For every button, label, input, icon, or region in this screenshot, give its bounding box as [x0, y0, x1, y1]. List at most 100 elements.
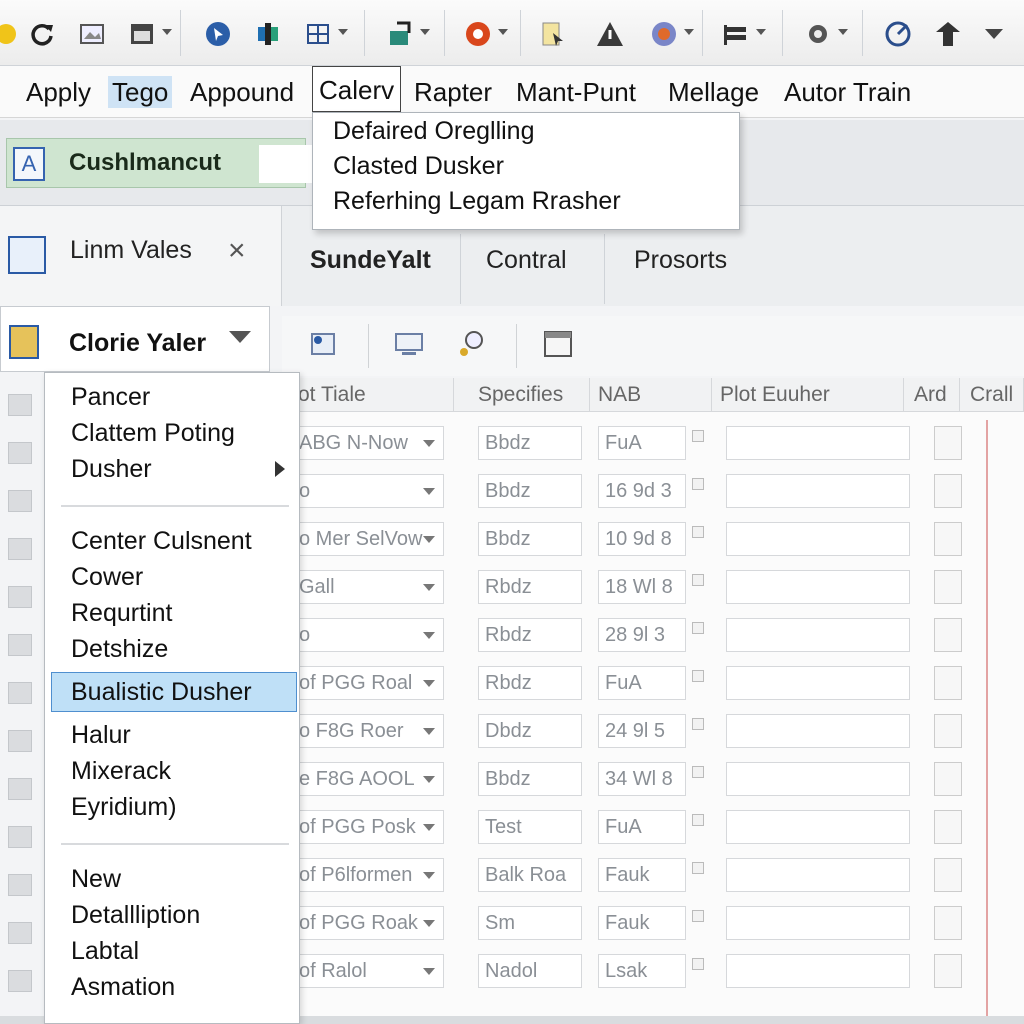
left-select[interactable]: Clorie Yaler	[0, 306, 270, 372]
chevron-down-icon[interactable]	[423, 872, 435, 879]
grid-checkbox[interactable]	[934, 714, 962, 748]
menu-tego[interactable]: Tego	[108, 76, 173, 108]
dropdown-item[interactable]: Clasted Dusker	[333, 152, 504, 181]
grid-checkbox[interactable]	[934, 810, 962, 844]
column-header[interactable]: Plot Euuher	[714, 378, 904, 412]
grid-cell[interactable]: Test	[478, 810, 582, 844]
chevron-down-icon[interactable]	[423, 920, 435, 927]
grid-cell-select[interactable]: o	[292, 474, 444, 508]
row-selector[interactable]	[8, 634, 32, 656]
grid-checkbox[interactable]	[934, 522, 962, 556]
record-icon[interactable]	[458, 14, 508, 54]
document-pointer-icon[interactable]	[532, 14, 572, 54]
grid-cell-select[interactable]: Gall	[292, 570, 444, 604]
context-menu-item[interactable]: Dusher	[71, 455, 152, 484]
grid-cell-dropdown[interactable]	[726, 522, 910, 556]
context-menu-item[interactable]: Center Culsnent	[71, 527, 252, 556]
row-selector[interactable]	[8, 682, 32, 704]
chevron-down-icon[interactable]	[423, 584, 435, 591]
grid-cell-dropdown[interactable]	[726, 570, 910, 604]
chevron-down-icon[interactable]	[423, 536, 435, 543]
calendar-icon[interactable]	[540, 326, 576, 362]
grid-cell-select[interactable]: o	[292, 618, 444, 652]
menu-mant-punt[interactable]: Mant-Punt	[516, 76, 636, 108]
grid-cell-select[interactable]: ABG N-Now	[292, 426, 444, 460]
contral-dropdown[interactable]: Contral	[486, 246, 567, 275]
row-selector[interactable]	[8, 442, 32, 464]
grid-cell[interactable]: Sm	[478, 906, 582, 940]
grid-cell-dropdown[interactable]	[726, 906, 910, 940]
context-menu-item[interactable]: Clattem Poting	[71, 419, 235, 448]
grid-cell-select[interactable]: of PGG Roak	[292, 906, 444, 940]
grid-cell[interactable]: FuA	[598, 426, 686, 460]
grid-checkbox[interactable]	[934, 570, 962, 604]
grid-cell[interactable]: 24 9l 5	[598, 714, 686, 748]
upload-icon[interactable]	[928, 14, 968, 54]
grid-cell[interactable]: Rbdz	[478, 666, 582, 700]
context-menu-item[interactable]: Mixerack	[71, 757, 171, 786]
grid-cell-select[interactable]: o Mer SelVow	[292, 522, 444, 556]
grid-cell-dropdown[interactable]	[726, 618, 910, 652]
grid-cell[interactable]: Rbdz	[478, 570, 582, 604]
export-icon[interactable]	[380, 14, 430, 54]
grid-cell-dropdown[interactable]	[726, 858, 910, 892]
chevron-down-icon[interactable]	[423, 728, 435, 735]
row-selector[interactable]	[8, 586, 32, 608]
row-selector[interactable]	[8, 874, 32, 896]
chevron-down-icon[interactable]	[229, 331, 251, 343]
grid-cell-dropdown[interactable]	[726, 810, 910, 844]
context-menu-item[interactable]: Halur	[71, 721, 131, 750]
grid-cell-select[interactable]: e F8G AOOL	[292, 762, 444, 796]
column-header[interactable]: Specifies	[472, 378, 590, 412]
edit-icon[interactable]	[306, 326, 342, 362]
grid-checkbox[interactable]	[934, 906, 962, 940]
grid-cell[interactable]: Bbdz	[478, 426, 582, 460]
chevron-down-icon[interactable]	[423, 632, 435, 639]
grid-cell[interactable]: Bbdz	[478, 522, 582, 556]
settings-icon[interactable]	[798, 14, 848, 54]
grid-cell[interactable]: 28 9l 3	[598, 618, 686, 652]
menu-rapter[interactable]: Rapter	[414, 76, 492, 108]
compass-icon[interactable]	[878, 14, 918, 54]
grid-cell-select[interactable]: of Ralol	[292, 954, 444, 988]
context-menu-item[interactable]: Requrtint	[71, 599, 172, 628]
grid-cell-select[interactable]: of PGG Roal	[292, 666, 444, 700]
grid-checkbox[interactable]	[934, 618, 962, 652]
grid-cell[interactable]: FuA	[598, 810, 686, 844]
dropdown-item[interactable]: Referhing Legam Rrasher	[333, 187, 621, 216]
grid-cell[interactable]: Dbdz	[478, 714, 582, 748]
grid-cell-dropdown[interactable]	[726, 714, 910, 748]
row-selector[interactable]	[8, 394, 32, 416]
chevron-down-icon[interactable]	[423, 776, 435, 783]
grid-cell-select[interactable]: o F8G Roer	[292, 714, 444, 748]
grid-cell-dropdown[interactable]	[726, 954, 910, 988]
grid-cell-dropdown[interactable]	[726, 762, 910, 796]
menu-autor-train[interactable]: Autor Train	[784, 76, 911, 108]
chevron-down-icon[interactable]	[423, 824, 435, 831]
name-box[interactable]: A Cushlmancut	[6, 138, 319, 188]
dropdown-item[interactable]: Defaired Oreglling	[333, 117, 535, 146]
grid-cell[interactable]: 18 Wl 8	[598, 570, 686, 604]
column-header[interactable]: Ard	[908, 378, 960, 412]
menu-mellage[interactable]: Mellage	[668, 76, 759, 108]
grid-icon[interactable]	[298, 14, 348, 54]
row-selector[interactable]	[8, 490, 32, 512]
row-selector[interactable]	[8, 730, 32, 752]
window-icon[interactable]	[122, 14, 172, 54]
split-icon[interactable]	[248, 14, 288, 54]
grid-cell[interactable]: Bbdz	[478, 762, 582, 796]
close-icon[interactable]: ×	[228, 234, 246, 268]
image-icon[interactable]	[72, 14, 112, 54]
chevron-down-icon[interactable]	[423, 488, 435, 495]
menu-calerv[interactable]: Calerv	[312, 66, 402, 112]
grid-checkbox[interactable]	[934, 954, 962, 988]
grid-cell-dropdown[interactable]	[726, 474, 910, 508]
refresh-icon[interactable]	[22, 14, 62, 54]
grid-cell[interactable]: Lsak	[598, 954, 686, 988]
grid-checkbox[interactable]	[934, 666, 962, 700]
sundeyalt-dropdown[interactable]: SundeYalt	[310, 246, 431, 275]
monitor-icon[interactable]	[392, 326, 428, 362]
grid-checkbox[interactable]	[934, 474, 962, 508]
chevron-down-icon[interactable]	[974, 14, 1014, 54]
grid-cell[interactable]: Rbdz	[478, 618, 582, 652]
